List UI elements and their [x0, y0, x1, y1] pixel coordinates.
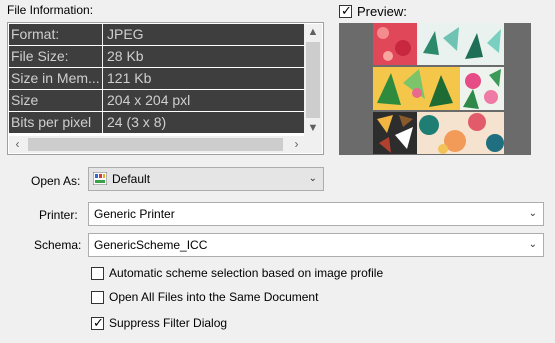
chevron-down-icon: ⌄ — [528, 239, 537, 250]
open-as-dropdown[interactable]: Default ⌄ — [88, 167, 324, 191]
color-palette-icon — [93, 172, 107, 185]
row-key: Size in Mem... — [9, 68, 103, 89]
checkmark-icon: ✓ — [341, 3, 352, 18]
preview-label[interactable]: Preview: — [357, 4, 407, 19]
row-key: Format: — [9, 24, 103, 45]
auto-scheme-label[interactable]: Automatic scheme selection based on imag… — [109, 266, 383, 280]
row-value: 121 Kb — [107, 70, 152, 86]
vertical-scrollbar[interactable]: ▲ ▼ — [304, 24, 322, 137]
horizontal-scroll-thumb[interactable] — [28, 138, 283, 151]
open-all-files-checkbox[interactable] — [91, 291, 104, 304]
table-row[interactable]: Size 204 x 204 pxl — [9, 90, 305, 111]
schema-label: Schema: — [34, 238, 82, 252]
vertical-scroll-thumb[interactable] — [306, 42, 320, 118]
open-as-label: Open As: — [31, 174, 81, 188]
chevron-down-icon: ⌄ — [308, 173, 317, 184]
suppress-filter-checkbox[interactable]: ✓ — [91, 315, 104, 330]
table-row[interactable]: Bits per pixel 24 (3 x 8) — [9, 112, 305, 133]
printer-dropdown[interactable]: Generic Printer ⌄ — [88, 202, 544, 226]
horizontal-scrollbar[interactable]: ‹ › — [9, 136, 305, 153]
row-value: 204 x 204 pxl — [107, 92, 191, 108]
file-information-list[interactable]: Format: JPEG File Size: 28 Kb Size in Me… — [7, 22, 324, 155]
row-value: JPEG — [107, 26, 144, 42]
scroll-left-arrow-icon[interactable]: ‹ — [9, 136, 26, 153]
row-key: File Size: — [9, 46, 103, 67]
suppress-filter-label[interactable]: Suppress Filter Dialog — [109, 316, 227, 330]
table-row[interactable]: File Size: 28 Kb — [9, 46, 305, 67]
open-all-files-label[interactable]: Open All Files into the Same Document — [109, 290, 318, 304]
checkmark-icon: ✓ — [93, 315, 104, 330]
row-value: 28 Kb — [107, 48, 144, 64]
printer-label: Printer: — [39, 208, 78, 222]
schema-dropdown[interactable]: GenericScheme_ICC ⌄ — [88, 233, 544, 257]
printer-value: Generic Printer — [94, 207, 175, 221]
row-key: Bits per pixel — [9, 112, 103, 133]
row-key: Size — [9, 90, 103, 111]
table-row[interactable]: Size in Mem... 121 Kb — [9, 68, 305, 89]
scroll-up-arrow-icon[interactable]: ▲ — [304, 24, 322, 41]
schema-value: GenericScheme_ICC — [94, 238, 208, 252]
scroll-down-arrow-icon[interactable]: ▼ — [304, 120, 322, 137]
file-information-label: File Information: — [7, 3, 94, 17]
preview-checkbox[interactable]: ✓ — [339, 3, 352, 18]
scrollbar-corner — [304, 136, 322, 153]
auto-scheme-checkbox[interactable] — [91, 267, 104, 280]
preview-panel — [339, 23, 531, 155]
row-value: 24 (3 x 8) — [107, 114, 167, 130]
chevron-down-icon: ⌄ — [528, 208, 537, 219]
table-row[interactable]: Format: JPEG — [9, 24, 305, 45]
file-information-rows: Format: JPEG File Size: 28 Kb Size in Me… — [9, 24, 305, 138]
open-as-value: Default — [112, 172, 151, 186]
preview-image — [373, 23, 504, 154]
scroll-right-arrow-icon[interactable]: › — [288, 136, 305, 153]
